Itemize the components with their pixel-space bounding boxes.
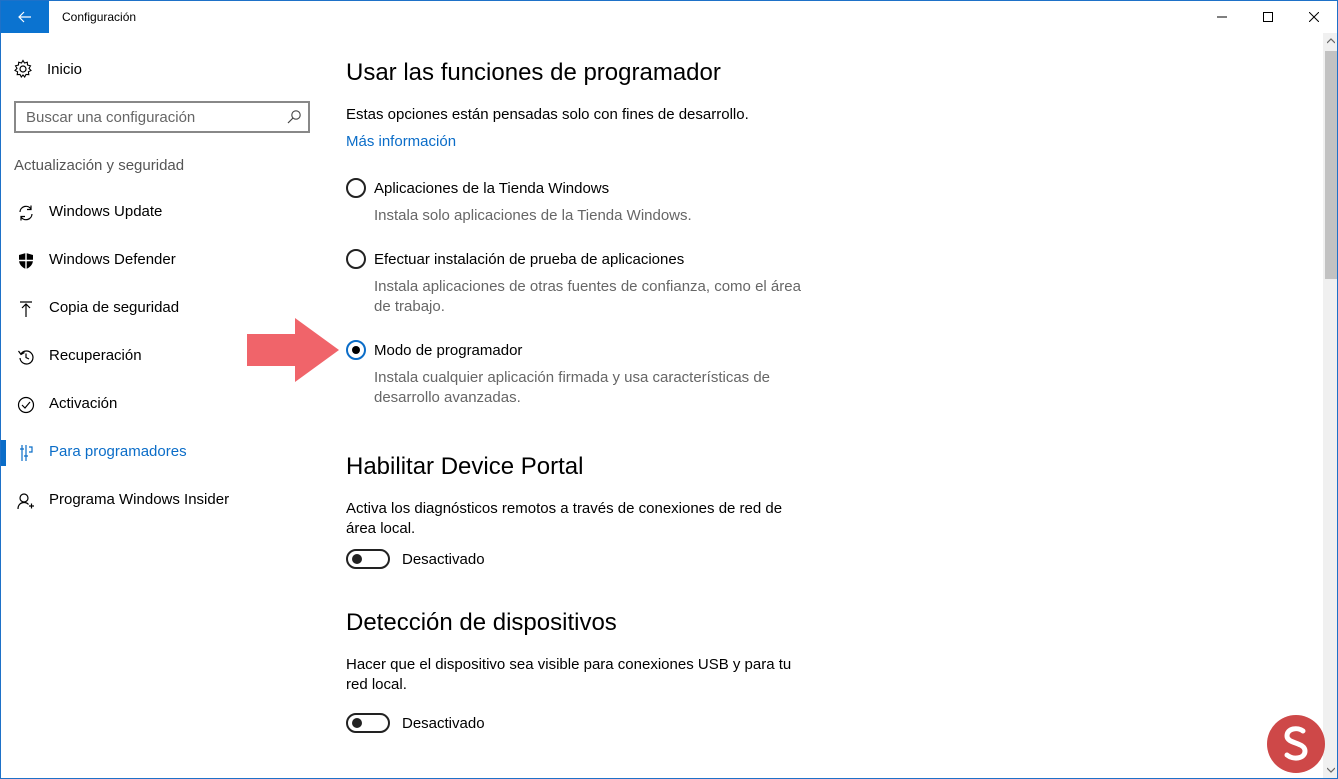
radio-label: Modo de programador bbox=[374, 341, 523, 359]
radio-sideload-apps[interactable]: Efectuar instalación de prueba de aplica… bbox=[346, 249, 684, 269]
close-icon bbox=[1309, 12, 1319, 22]
desc-line: desarrollo avanzadas. bbox=[374, 389, 521, 406]
sidebar-item-label: Para programadores bbox=[49, 443, 187, 460]
window-title: Configuración bbox=[62, 10, 137, 24]
desc-line: Instala solo aplicaciones de la Tienda W… bbox=[374, 207, 692, 224]
page-title: Usar las funciones de programador bbox=[346, 59, 721, 86]
maximize-button[interactable] bbox=[1245, 1, 1291, 33]
desc-line: red local. bbox=[346, 676, 407, 693]
back-arrow-icon bbox=[18, 11, 31, 23]
sync-icon bbox=[17, 204, 35, 222]
toggle-label: Desactivado bbox=[402, 714, 485, 732]
recovery-icon bbox=[17, 348, 35, 366]
sidebar-item-label: Programa Windows Insider bbox=[49, 491, 230, 508]
sidebar-item-label: Copia de seguridad bbox=[49, 299, 180, 316]
minimize-button[interactable] bbox=[1199, 1, 1245, 33]
home-label: Inicio bbox=[47, 60, 83, 78]
scroll-thumb[interactable] bbox=[1325, 51, 1337, 279]
desc-line: Instala aplicaciones de otras fuentes de… bbox=[374, 278, 801, 295]
sidebar-item-insider[interactable]: Programa Windows Insider bbox=[1, 477, 323, 525]
developer-icon bbox=[17, 444, 35, 462]
chevron-down-icon bbox=[1327, 767, 1335, 773]
desc-line: área local. bbox=[346, 520, 416, 537]
radio-label: Aplicaciones de la Tienda Windows bbox=[374, 179, 610, 197]
radio-store-apps[interactable]: Aplicaciones de la Tienda Windows bbox=[346, 178, 609, 198]
main-content: Usar las funciones de programador Estas … bbox=[323, 33, 1323, 778]
section-header: Actualización y seguridad bbox=[14, 157, 185, 174]
sidebar-item-developers[interactable]: Para programadores bbox=[1, 429, 323, 477]
search-input[interactable] bbox=[26, 108, 276, 126]
desc-line: Hacer que el dispositivo sea visible par… bbox=[346, 656, 792, 673]
radio-button[interactable] bbox=[346, 178, 366, 198]
shield-icon bbox=[17, 252, 35, 270]
desc-line: Activa los diagnósticos remotos a través… bbox=[346, 500, 783, 517]
gear-icon bbox=[14, 59, 32, 78]
settings-window: Configuración Inicio Actualización y bbox=[0, 0, 1338, 779]
search-box[interactable] bbox=[14, 101, 310, 133]
activation-icon bbox=[17, 396, 35, 414]
sidebar-home[interactable]: Inicio bbox=[13, 58, 82, 80]
radio-description: Instala solo aplicaciones de la Tienda W… bbox=[374, 206, 692, 226]
sidebar: Inicio Actualización y seguridad Windows… bbox=[1, 33, 323, 778]
discovery-toggle-row[interactable]: Desactivado bbox=[346, 713, 485, 733]
sidebar-item-windows-defender[interactable]: Windows Defender bbox=[1, 237, 323, 285]
radio-label: Efectuar instalación de prueba de aplica… bbox=[374, 250, 685, 268]
vertical-scrollbar[interactable] bbox=[1323, 33, 1337, 778]
radio-description: Instala cualquier aplicación firmada y u… bbox=[374, 368, 770, 408]
sidebar-item-label: Activación bbox=[49, 395, 118, 412]
discovery-toggle[interactable] bbox=[346, 713, 390, 733]
scroll-up-button[interactable] bbox=[1323, 33, 1337, 49]
desc-line: de trabajo. bbox=[374, 298, 445, 315]
radio-button[interactable] bbox=[346, 249, 366, 269]
watermark-logo bbox=[1267, 715, 1325, 773]
active-indicator bbox=[1, 440, 6, 466]
desc-line: Instala cualquier aplicación firmada y u… bbox=[374, 369, 771, 386]
more-info-link[interactable]: Más información bbox=[346, 133, 456, 150]
maximize-icon bbox=[1263, 12, 1273, 22]
close-button[interactable] bbox=[1291, 1, 1337, 33]
sidebar-item-activation[interactable]: Activación bbox=[1, 381, 323, 429]
radio-description: Instala aplicaciones de otras fuentes de… bbox=[374, 277, 801, 317]
toggle-label: Desactivado bbox=[402, 550, 485, 568]
title-bar: Configuración bbox=[1, 1, 1337, 33]
discovery-title: Detección de dispositivos bbox=[346, 609, 617, 636]
intro-text: Estas opciones están pensadas solo con f… bbox=[346, 106, 749, 123]
device-portal-toggle-row[interactable]: Desactivado bbox=[346, 549, 485, 569]
sidebar-item-label: Recuperación bbox=[49, 347, 142, 364]
sidebar-item-windows-update[interactable]: Windows Update bbox=[1, 189, 323, 237]
sidebar-item-label: Windows Update bbox=[49, 203, 163, 220]
minimize-icon bbox=[1217, 16, 1227, 18]
device-portal-description: Activa los diagnósticos remotos a través… bbox=[346, 499, 782, 539]
discovery-description: Hacer que el dispositivo sea visible par… bbox=[346, 655, 791, 695]
chevron-up-icon bbox=[1327, 38, 1335, 44]
sidebar-item-label: Windows Defender bbox=[49, 251, 176, 268]
insider-icon bbox=[17, 492, 35, 510]
device-portal-toggle[interactable] bbox=[346, 549, 390, 569]
radio-button-selected[interactable] bbox=[346, 340, 366, 360]
backup-icon bbox=[17, 300, 35, 318]
radio-developer-mode[interactable]: Modo de programador bbox=[346, 340, 522, 360]
device-portal-title: Habilitar Device Portal bbox=[346, 453, 584, 480]
back-button[interactable] bbox=[1, 1, 49, 33]
search-icon[interactable] bbox=[286, 109, 302, 125]
